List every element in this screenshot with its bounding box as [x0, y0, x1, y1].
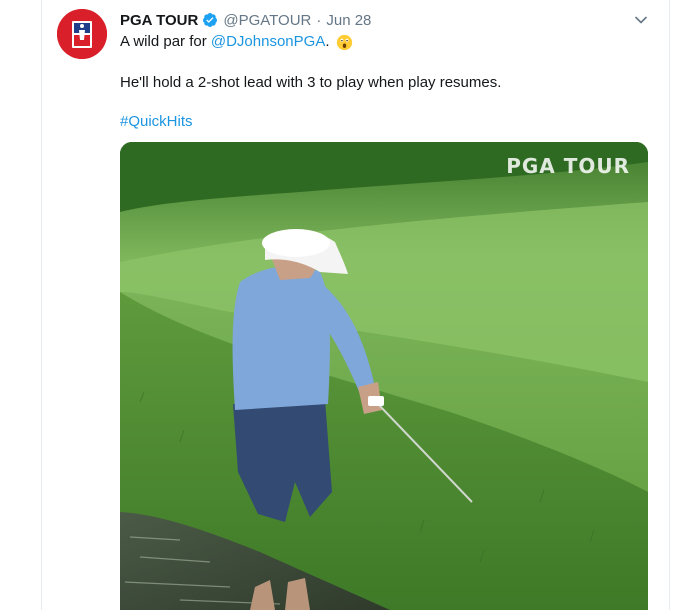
- video-watermark: PGA TOUR: [506, 154, 630, 178]
- golfer-video-frame: [120, 142, 648, 610]
- hashtag-text[interactable]: #QuickHits: [120, 113, 193, 130]
- astonished-face-icon: [336, 34, 352, 50]
- tweet-text-line-1: A wild par for @DJohnsonPGA .: [120, 32, 353, 52]
- avatar[interactable]: [57, 9, 107, 59]
- tweet-header: PGA TOUR @PGATOUR · Jun 28: [120, 10, 371, 30]
- chevron-down-icon[interactable]: [633, 12, 649, 28]
- mention-link[interactable]: @DJohnsonPGA: [211, 32, 325, 52]
- author-name[interactable]: PGA TOUR: [120, 12, 198, 29]
- tweet-text-suffix: .: [325, 33, 330, 50]
- tweet-text-prefix: A wild par for: [120, 33, 211, 50]
- author-handle[interactable]: @PGATOUR: [223, 12, 311, 29]
- video-media[interactable]: PGA TOUR: [120, 142, 648, 610]
- separator-dot: ·: [316, 11, 322, 29]
- timeline-border-right: [669, 0, 670, 610]
- tweet-text-line-2: He'll hold a 2-shot lead with 3 to play …: [120, 74, 502, 91]
- timeline-border-left: [41, 0, 42, 610]
- pga-tour-logo-icon: [57, 9, 107, 59]
- tweet-date[interactable]: Jun 28: [326, 12, 371, 29]
- verified-badge-icon: [203, 13, 218, 27]
- hashtag-link[interactable]: #QuickHits: [120, 112, 193, 132]
